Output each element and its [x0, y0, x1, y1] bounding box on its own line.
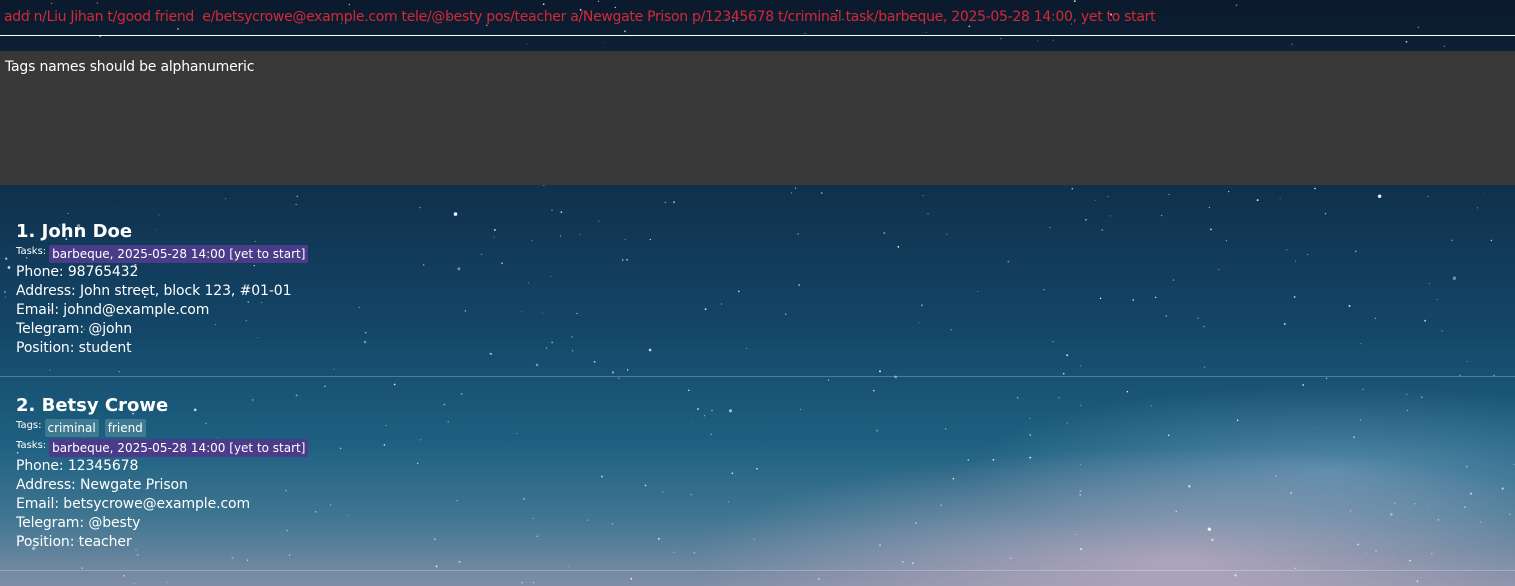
phone-text: Phone: 98765432: [16, 264, 139, 280]
tags-row: Tags: criminal friend: [16, 418, 308, 437]
email-text: Email: betsycrowe@example.com: [16, 496, 251, 512]
position-text: Position: teacher: [16, 534, 132, 550]
telegram-text: Telegram: @john: [16, 321, 133, 337]
phone-text: Phone: 12345678: [16, 458, 139, 474]
command-input[interactable]: [4, 4, 1504, 30]
command-box: [0, 0, 1515, 36]
person-list[interactable]: 1. John Doe Tasks: barbeque, 2025-05-28 …: [0, 186, 1515, 586]
email-text: Email: johnd@example.com: [16, 302, 210, 318]
tag-chip: friend: [104, 418, 146, 437]
result-message: Tags names should be alphanumeric: [5, 59, 255, 75]
person-card[interactable]: 2. Betsy Crowe Tags: criminal friend Tas…: [0, 377, 1515, 571]
tasks-label: Tasks:: [16, 246, 47, 257]
app-window: Tags names should be alphanumeric 1. Joh…: [0, 0, 1515, 586]
tasks-row: Tasks: barbeque, 2025-05-28 14:00 [yet t…: [16, 244, 309, 263]
tasks-row: Tasks: barbeque, 2025-05-28 14:00 [yet t…: [16, 438, 309, 457]
address-text: Address: Newgate Prison: [16, 477, 188, 493]
result-display: Tags names should be alphanumeric: [0, 51, 1515, 185]
task-chip: barbeque, 2025-05-28 14:00 [yet to start…: [49, 438, 309, 457]
tag-chip: criminal: [44, 418, 99, 437]
address-text: Address: John street, block 123, #01-01: [16, 283, 292, 299]
tasks-label: Tasks:: [16, 440, 47, 451]
task-chip: barbeque, 2025-05-28 14:00 [yet to start…: [49, 244, 309, 263]
tags-label: Tags:: [16, 420, 42, 431]
position-text: Position: student: [16, 340, 132, 356]
person-card[interactable]: 1. John Doe Tasks: barbeque, 2025-05-28 …: [0, 186, 1515, 377]
person-name: 2. Betsy Crowe: [16, 395, 169, 416]
person-name: 1. John Doe: [16, 221, 133, 242]
telegram-text: Telegram: @besty: [16, 515, 141, 531]
